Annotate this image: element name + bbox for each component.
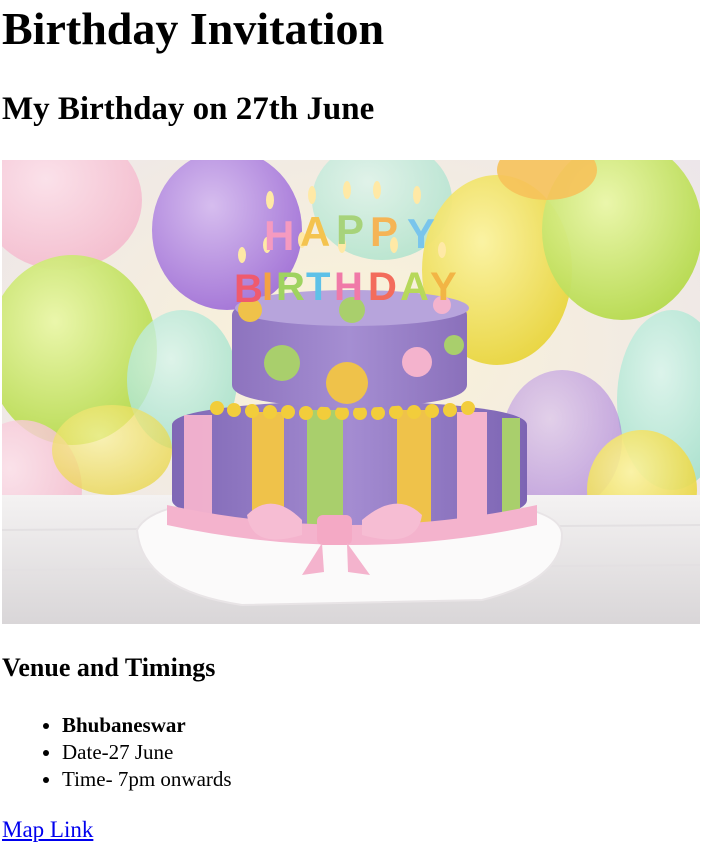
svg-text:R: R [276,265,305,309]
svg-text:I: I [262,265,273,309]
svg-text:B: B [234,267,263,311]
svg-text:P: P [370,208,398,255]
venue-list: Bhubaneswar Date-27 June Time- 7pm onwar… [22,712,232,793]
svg-text:A: A [300,208,330,255]
map-link[interactable]: Map Link [2,815,93,845]
venue-location: Bhubaneswar [62,712,232,739]
venue-heading: Venue and Timings [2,653,216,682]
birthday-cake-image: H A P P Y B I R T H D A Y [2,160,700,624]
venue-time: Time- 7pm onwards [62,766,232,793]
svg-text:Y: Y [430,265,457,309]
svg-text:D: D [368,265,397,309]
svg-text:T: T [306,265,330,309]
svg-text:A: A [400,265,429,309]
svg-text:H: H [264,212,294,259]
page-subtitle: My Birthday on 27th June [2,91,375,127]
svg-text:Y: Y [407,210,435,257]
svg-text:H: H [334,265,363,309]
svg-text:P: P [336,206,364,253]
page-title: Birthday Invitation [2,3,385,54]
birthday-cake-icon: H A P P Y B I R T H D A Y [2,160,700,624]
venue-date: Date-27 June [62,739,232,766]
